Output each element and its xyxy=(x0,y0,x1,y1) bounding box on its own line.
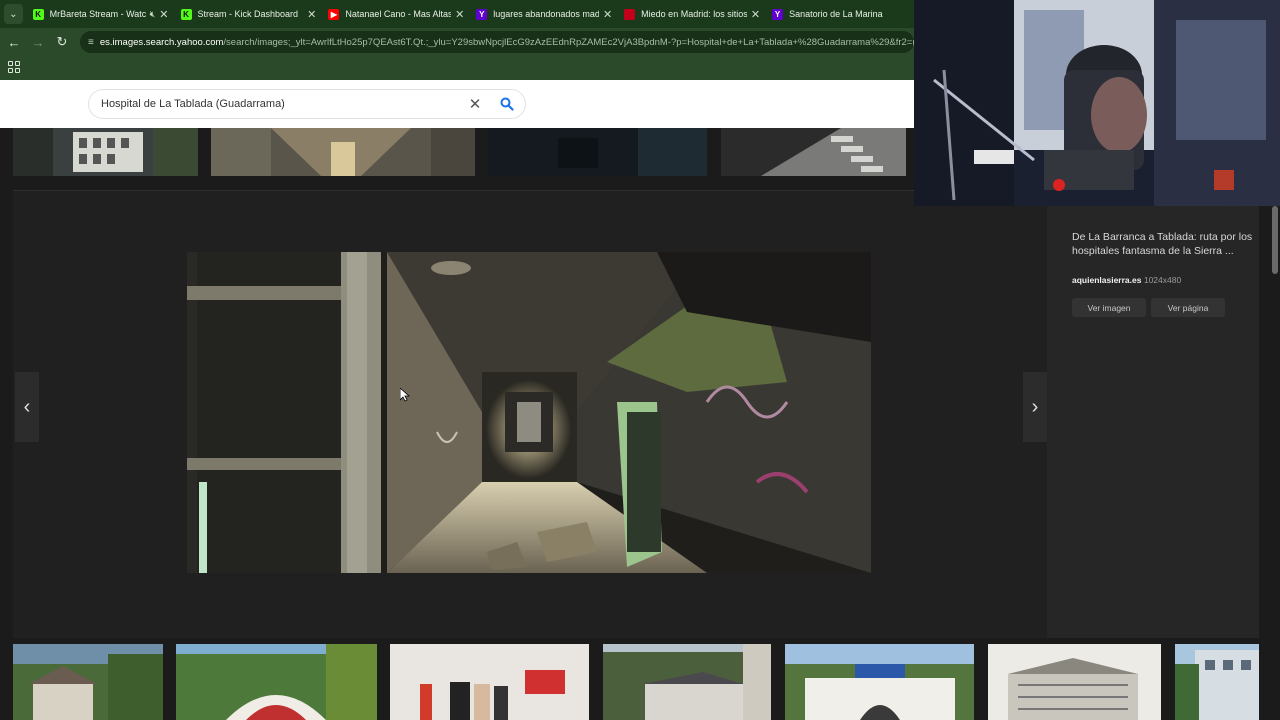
browser-toolbar: ← → ↻ ≡ es.images.search.yahoo.com/searc… xyxy=(0,28,914,56)
mouse-cursor-icon xyxy=(400,388,410,402)
previous-image-button[interactable]: ‹ xyxy=(15,372,39,442)
image-info-panel: De La Barranca a Tablada: ruta por los h… xyxy=(1047,191,1259,638)
site-icon xyxy=(624,8,636,20)
image-title[interactable]: De La Barranca a Tablada: ruta por los h… xyxy=(1072,231,1262,258)
tab-sanatorio[interactable]: Y Sanatorio de La Marina xyxy=(766,0,914,28)
result-thumbnail[interactable] xyxy=(176,644,377,720)
chevron-left-icon: ‹ xyxy=(23,395,31,418)
search-box: ✕ xyxy=(88,89,526,119)
source-domain[interactable]: aquienlasierra.es xyxy=(1072,275,1141,285)
bookmarks-bar xyxy=(0,56,914,80)
tab-miedo-madrid[interactable]: Miedo en Madrid: los sitios abandonados … xyxy=(618,0,766,28)
search-icon xyxy=(500,97,514,111)
preview-image[interactable] xyxy=(187,252,871,573)
tab-search-menu-icon[interactable]: ⌄ xyxy=(4,4,23,24)
clear-search-icon[interactable]: ✕ xyxy=(461,95,489,113)
view-image-button[interactable]: Ver imagen xyxy=(1072,298,1146,317)
image-viewer: ‹ › De La Barranca a Tablada: ruta por l… xyxy=(13,190,1259,638)
search-input[interactable] xyxy=(101,98,461,110)
result-thumbnail[interactable] xyxy=(1175,644,1259,720)
kick-icon: K xyxy=(180,8,192,20)
tab-yahoo-lugares[interactable]: Y lugares abandonados madrid - Yahoo ✕ xyxy=(470,0,618,28)
result-thumbnail[interactable] xyxy=(390,644,589,720)
image-stage: ‹ › xyxy=(13,191,1047,638)
yahoo-icon: Y xyxy=(772,8,784,20)
result-thumbnail[interactable] xyxy=(211,128,475,176)
tab-kick-dashboard[interactable]: K Stream - Kick Dashboard ✕ xyxy=(175,0,323,28)
tab-youtube-natanael[interactable]: ▶ Natanael Cano - Mas Altas Que Bajadas … xyxy=(322,0,470,28)
tab-mrbareta-stream[interactable]: K MrBareta Stream - Watch Live 🔇︎ ✕ xyxy=(27,0,175,28)
back-arrow-icon[interactable]: ← xyxy=(2,35,26,50)
image-source: aquienlasierra.es 1024x480 xyxy=(1072,275,1181,285)
image-results: ‹ › De La Barranca a Tablada: ruta por l… xyxy=(0,128,1280,720)
webcam-overlay xyxy=(914,0,1280,206)
search-button[interactable] xyxy=(489,90,525,118)
kick-icon: K xyxy=(32,8,44,20)
result-thumbnail[interactable] xyxy=(488,128,707,176)
tab-strip: ⌄ K MrBareta Stream - Watch Live 🔇︎ ✕ K … xyxy=(0,0,914,28)
result-thumbnail[interactable] xyxy=(13,128,198,176)
tab-close-icon[interactable]: ✕ xyxy=(603,8,612,21)
next-image-button[interactable]: › xyxy=(1023,372,1047,442)
site-settings-icon[interactable]: ≡ xyxy=(88,37,94,48)
screen: ⌄ K MrBareta Stream - Watch Live 🔇︎ ✕ K … xyxy=(0,0,1280,720)
yahoo-icon: Y xyxy=(476,8,488,20)
muted-audio-icon[interactable]: 🔇︎ xyxy=(150,9,156,20)
tab-close-icon[interactable]: ✕ xyxy=(307,8,316,21)
apps-grid-icon[interactable] xyxy=(8,61,20,73)
image-dimensions: 1024x480 xyxy=(1143,275,1182,285)
youtube-icon: ▶ xyxy=(328,8,340,20)
tab-close-icon[interactable]: ✕ xyxy=(751,8,760,21)
result-thumbnail[interactable] xyxy=(721,128,906,176)
forward-arrow-icon[interactable]: → xyxy=(26,35,50,50)
view-page-button[interactable]: Ver página xyxy=(1151,298,1225,317)
tab-close-icon[interactable]: ✕ xyxy=(455,8,464,21)
page-scrollbar[interactable] xyxy=(1272,206,1278,274)
address-bar[interactable]: ≡ es.images.search.yahoo.com/search/imag… xyxy=(80,31,914,53)
reload-icon[interactable]: ↻ xyxy=(50,34,74,50)
chevron-right-icon: › xyxy=(1031,395,1039,418)
search-header: ✕ xyxy=(0,80,914,128)
tab-close-icon[interactable]: ✕ xyxy=(159,8,168,21)
result-thumbnail[interactable] xyxy=(13,644,163,720)
result-thumbnail[interactable] xyxy=(988,644,1161,720)
result-thumbnail[interactable] xyxy=(603,644,771,720)
result-thumbnail[interactable] xyxy=(785,644,974,720)
